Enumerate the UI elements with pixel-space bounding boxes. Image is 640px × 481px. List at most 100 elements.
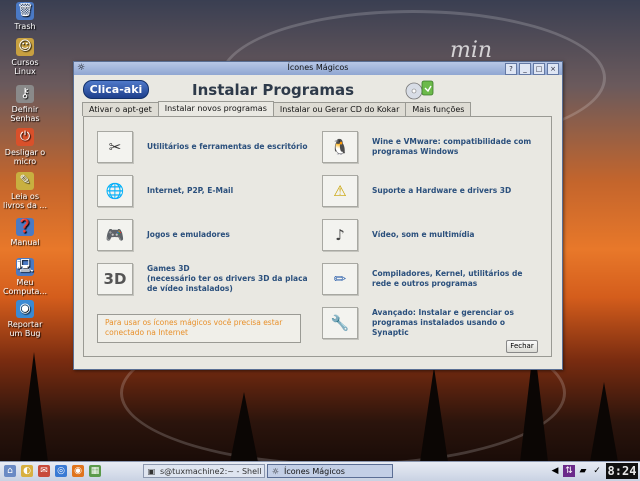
program-category-label[interactable]: Avançado: Instalar e gerenciar os progra… (372, 308, 542, 338)
desktop-icon-label: Definir Senhas (10, 105, 40, 123)
icon-glyph: ✏ (333, 270, 347, 288)
program-category-label[interactable]: Jogos e emuladores (147, 230, 317, 240)
power-icon: ⏻ (16, 128, 34, 146)
desktop-icon-label: Cursos Linux (11, 58, 39, 76)
taskbar-task-icones-magicos[interactable]: ☼ Ícones Mágicos (267, 464, 393, 478)
minimize-button[interactable]: _ (519, 63, 531, 75)
desktop-icon-manual[interactable]: ❓ Manual (2, 218, 48, 247)
taskbar-task-shell[interactable]: ▣ s@tuxmachine2:~ - Shell - K (143, 464, 265, 478)
program-category-label[interactable]: Vídeo, som e multimídia (372, 230, 542, 240)
icon-glyph: ✂ (108, 138, 122, 156)
program-category-label[interactable]: Games 3D (necessário ter os drivers 3D d… (147, 264, 317, 294)
office-tools-icon[interactable]: ✂ (97, 131, 133, 163)
klipper-icon[interactable]: ✓ (591, 465, 603, 477)
window-titlebar[interactable]: ☼ Ícones Mágicos ? _ □ × (74, 62, 562, 75)
help-button[interactable]: ? (505, 63, 517, 75)
mail-icon[interactable]: ✉ (38, 465, 50, 477)
desktop-icon-book[interactable]: ✎ Leia os livros da ... (2, 172, 48, 210)
wallpaper-logo: min (450, 38, 493, 63)
program-category-label[interactable]: Compiladores, Kernel, utilitários de red… (372, 269, 542, 289)
icon-glyph: 3D (103, 270, 127, 288)
clica-aki-button[interactable]: Clica-aki (83, 80, 149, 99)
program-category-label[interactable]: Wine e VMware: compatibilidade com progr… (372, 137, 542, 157)
desktop-icon-trash[interactable]: 🗑 Trash (2, 2, 48, 31)
program-category-item[interactable]: ✂ Utilitários e ferramentas de escritório (97, 131, 317, 163)
wallpaper-tree (590, 382, 618, 462)
program-category-item[interactable]: 🌐 Internet, P2P, E-Mail (97, 175, 317, 207)
desktop-icon-keys[interactable]: ⚷ Definir Senhas (2, 85, 48, 123)
desktop-icon-label: Reportar um Bug (7, 320, 43, 338)
program-category-item[interactable]: ⚠ Suporte a Hardware e drivers 3D (322, 175, 542, 207)
3d-icon[interactable]: 3D (97, 263, 133, 295)
tab-mais-funcoes[interactable]: Mais funções (405, 102, 472, 116)
close-button[interactable]: × (547, 63, 559, 75)
tab-bar: Ativar o apt-get Instalar novos programa… (82, 101, 472, 116)
konqueror-icon[interactable]: ◐ (21, 465, 33, 477)
fechar-button[interactable]: Fechar (506, 340, 538, 353)
desktop-icon-label: Manual (10, 238, 40, 247)
warning-hardware-icon[interactable]: ⚠ (322, 175, 358, 207)
synaptic-icon[interactable]: 🔧 (322, 307, 358, 339)
program-category-label[interactable]: Internet, P2P, E-Mail (147, 186, 317, 196)
icon-glyph: 🐧 (330, 138, 350, 156)
home-icon[interactable]: ⌂ (4, 465, 16, 477)
desktop-icon-label: Trash (14, 22, 36, 31)
window-header: Clica-aki Instalar Programas (74, 75, 562, 102)
magic-icon: ☼ (271, 467, 280, 476)
safely-remove-icon[interactable]: ▰ (577, 465, 589, 477)
tab-instalar-novos-programas[interactable]: Instalar novos programas (157, 101, 274, 116)
wallpaper-tree (230, 392, 258, 462)
icon-glyph: 🌐 (105, 182, 125, 200)
gamepad-icon[interactable]: 🎮 (97, 219, 133, 251)
manual-icon: ❓ (16, 218, 34, 236)
clock[interactable]: 8:24 (606, 463, 638, 479)
program-category-item[interactable]: 🐧 Wine e VMware: compatibilidade com prog… (322, 131, 542, 163)
terminal-icon: ▣ (147, 467, 156, 476)
program-category-item[interactable]: 🔧 Avançado: Instalar e gerenciar os progr… (322, 307, 542, 339)
cd-install-icon (405, 80, 434, 100)
browser-icon[interactable]: ◎ (55, 465, 67, 477)
icon-glyph: 🎮 (105, 226, 125, 244)
tux-icon[interactable]: 🐧 (322, 131, 358, 163)
network-icon[interactable]: ⇅ (563, 465, 575, 477)
window-title: Ícones Mágicos (287, 63, 349, 72)
maximize-button[interactable]: □ (533, 63, 545, 75)
tab-ativar-apt-get[interactable]: Ativar o apt-get (82, 102, 159, 116)
tab-instalar-gerar-cd[interactable]: Instalar ou Gerar CD do Kokar (272, 102, 407, 116)
compilers-icon[interactable]: ✏ (322, 263, 358, 295)
book-icon: ✎ (16, 172, 34, 190)
icon-glyph: ♪ (335, 226, 345, 244)
icon-glyph: 🔧 (330, 314, 350, 332)
desktop-icon-label: Desligar o micro (4, 148, 46, 166)
program-category-item[interactable]: ♪ Vídeo, som e multimídia (322, 219, 542, 251)
user-icon: ☺ (16, 38, 34, 56)
icon-glyph: ⚠ (333, 182, 347, 200)
desktop-icon-label: Leia os livros da ... (2, 192, 48, 210)
taskbar: ⌂ ◐ ✉ ◎ ◉ ▦ ▣ s@tuxmachine2:~ - Shell - K ☼ Í… (0, 461, 640, 481)
globe-icon: ◉ (16, 300, 34, 318)
program-category-item[interactable]: ✏ Compiladores, Kernel, utilitários de re… (322, 263, 542, 295)
image-icon[interactable]: ▦ (89, 465, 101, 477)
internet-notice: Para usar os ícones mágicos você precisa… (97, 314, 301, 343)
trash-icon: 🗑 (16, 2, 34, 20)
wallpaper-tree (20, 352, 48, 462)
keys-icon: ⚷ (16, 85, 34, 103)
program-category-label[interactable]: Suporte a Hardware e drivers 3D (372, 186, 542, 196)
wallpaper-tree (420, 367, 448, 462)
page-title: Instalar Programas (192, 81, 354, 99)
desktop-icon-label: Meu Computa... (2, 278, 48, 296)
program-category-item[interactable]: 3D Games 3D (necessário ter os drivers 3D… (97, 263, 317, 295)
desktop-icon-computer[interactable]: 🖳 Meu Computa... (2, 258, 48, 296)
programs-panel: ✂ Utilitários e ferramentas de escritório… (83, 116, 552, 357)
desktop-icon-power[interactable]: ⏻ Desligar o micro (2, 128, 48, 166)
desktop-icon-globe[interactable]: ◉ Reportar um Bug (2, 300, 48, 338)
volume-icon[interactable]: ◀ (549, 465, 561, 477)
program-category-label[interactable]: Utilitários e ferramentas de escritório (147, 142, 317, 152)
computer-icon: 🖳 (16, 258, 34, 276)
desktop-icon-user[interactable]: ☺ Cursos Linux (2, 38, 48, 76)
multimedia-icon[interactable]: ♪ (322, 219, 358, 251)
firefox-icon[interactable]: 🌐 (97, 175, 133, 207)
program-category-item[interactable]: 🎮 Jogos e emuladores (97, 219, 317, 251)
icones-magicos-window[interactable]: ☼ Ícones Mágicos ? _ □ × Clica-aki Insta… (73, 61, 563, 370)
firefox-icon[interactable]: ◉ (72, 465, 84, 477)
